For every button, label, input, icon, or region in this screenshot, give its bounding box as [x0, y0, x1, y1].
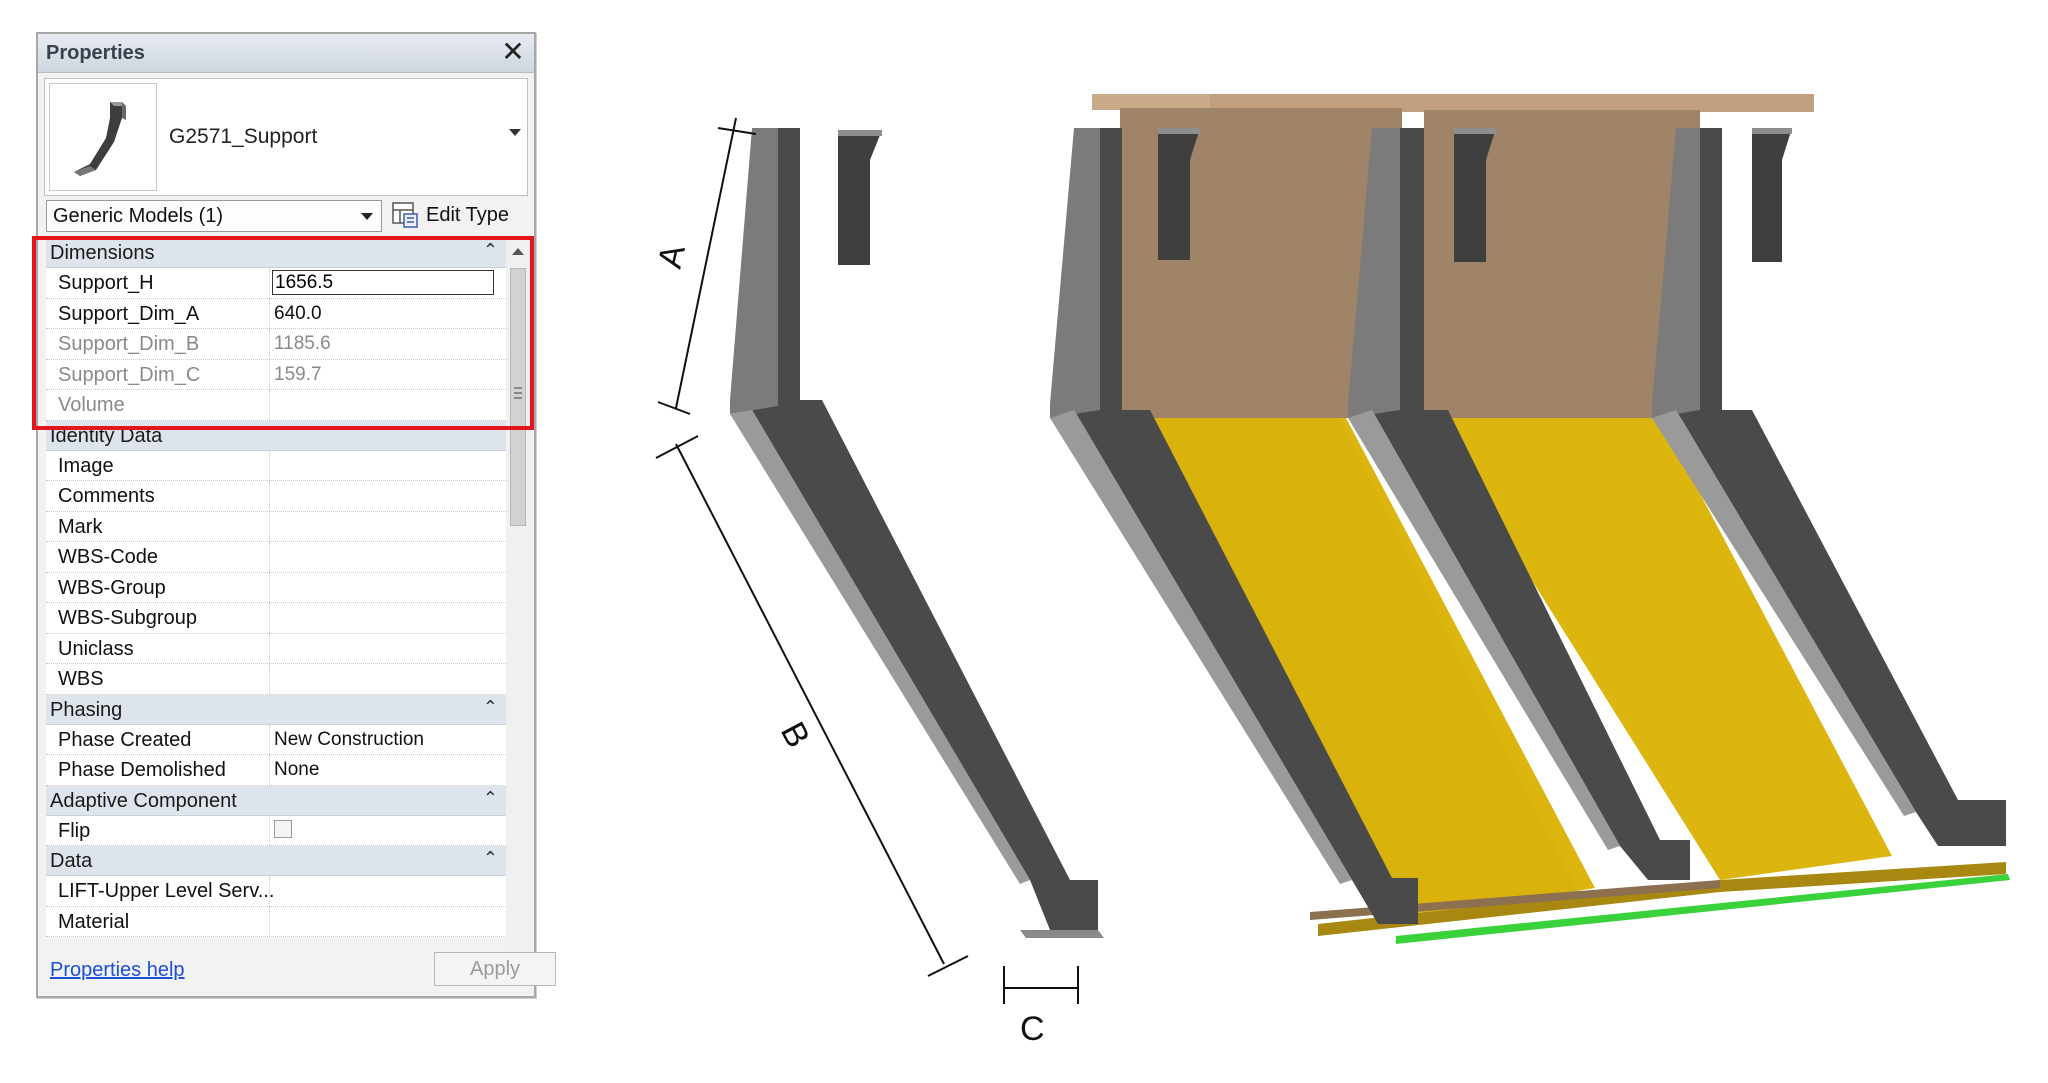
dim-tick-b-top — [655, 435, 699, 459]
support-assembly-model — [1092, 94, 2010, 944]
dim-label-a: A — [651, 241, 693, 272]
dim-tick-a-bottom — [657, 401, 691, 415]
dim-label-c: C — [1020, 1010, 1045, 1048]
dim-tick-a-top — [717, 127, 757, 135]
support-drawing: A B C — [651, 94, 2010, 1048]
dim-tick-b-bottom — [927, 955, 969, 977]
dim-label-b: B — [773, 716, 817, 754]
single-support-model — [730, 128, 1104, 938]
